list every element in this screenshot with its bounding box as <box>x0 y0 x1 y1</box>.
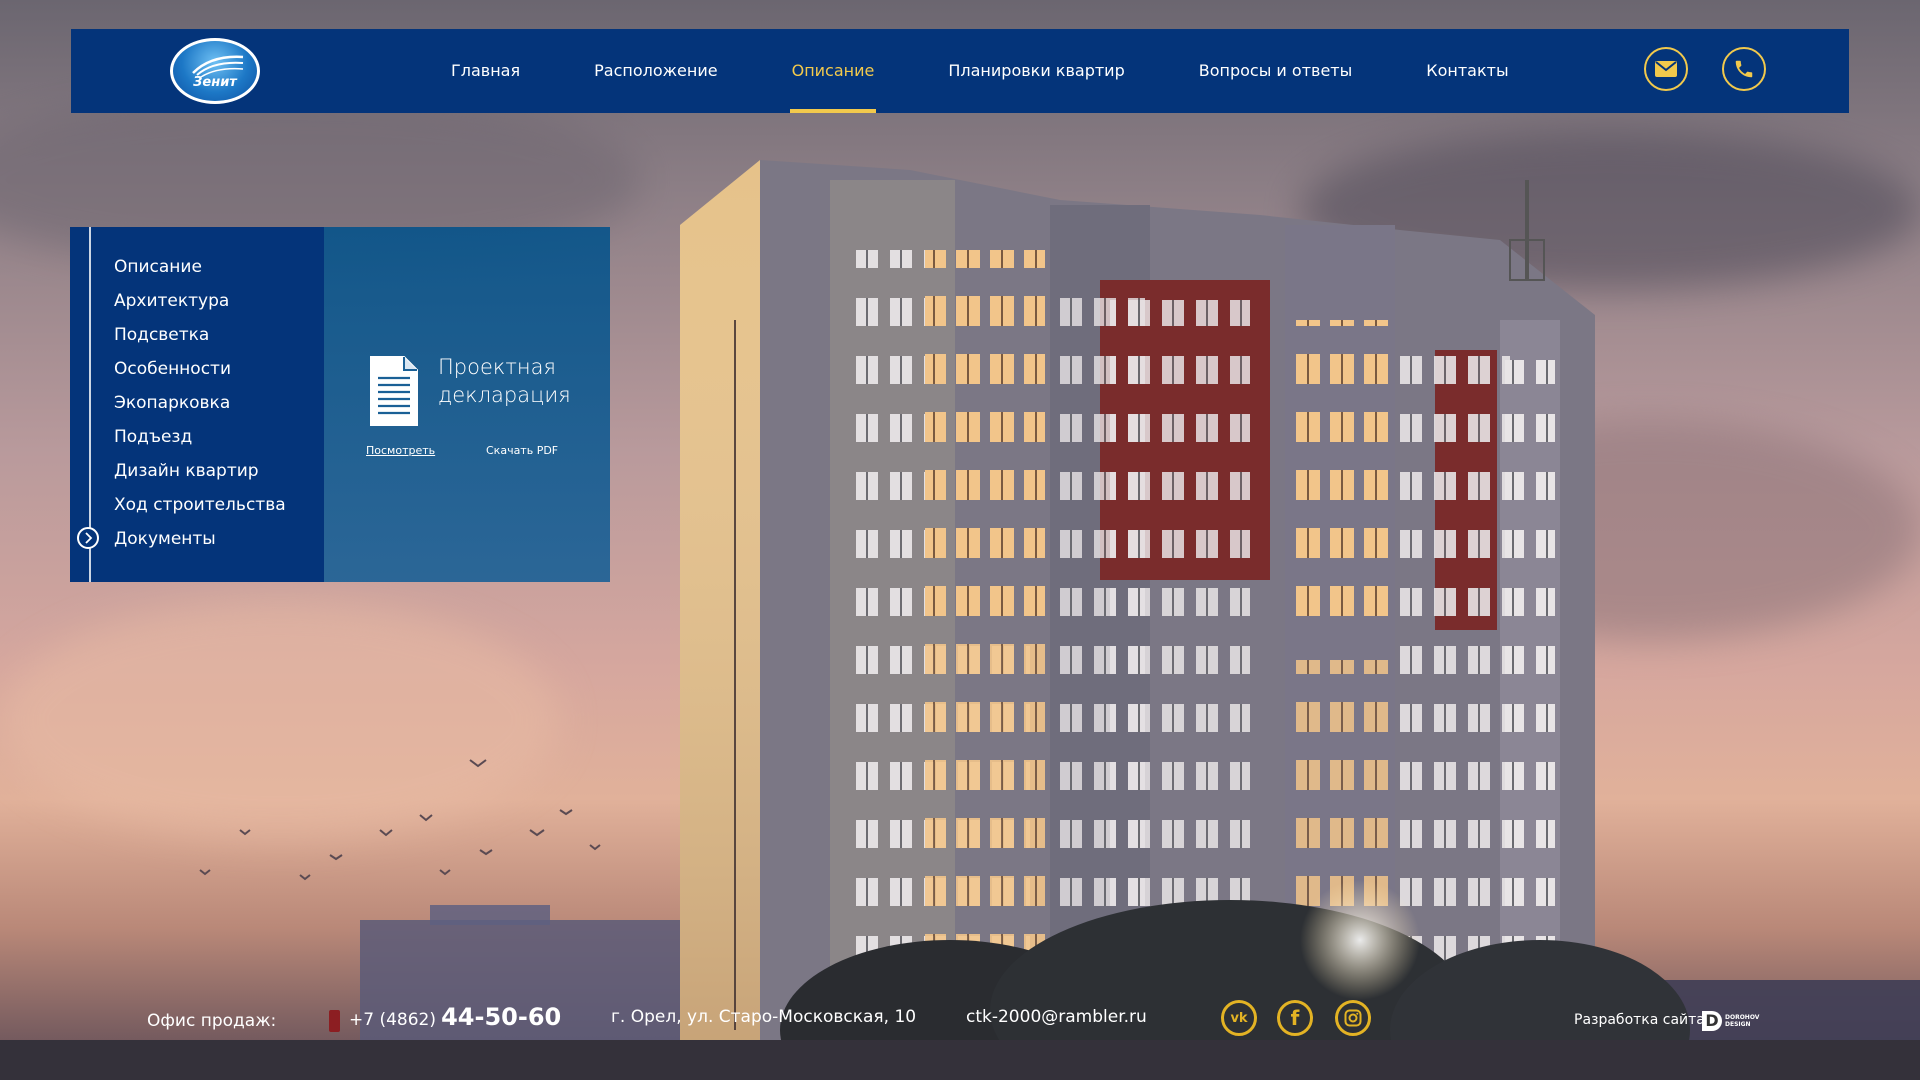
download-pdf-link[interactable]: Скачать PDF <box>486 444 558 457</box>
developer-logo-text: DOROHOV DESIGN <box>1725 1014 1759 1028</box>
phone-button[interactable] <box>1722 47 1766 91</box>
developer-logo[interactable]: D DOROHOV DESIGN <box>1702 1011 1759 1031</box>
document-title-line2: декларация <box>438 383 571 407</box>
office-address: г. Орел, ул. Старо-Московская, 10 <box>611 1007 917 1027</box>
menu-item-lighting[interactable]: Подсветка <box>114 324 286 358</box>
logo-text: Зенит <box>193 75 237 90</box>
phone-icon <box>1735 60 1753 78</box>
vk-icon[interactable]: vk <box>1221 1000 1257 1036</box>
menu-item-architecture[interactable]: Архитектура <box>114 290 286 324</box>
phone-number: 44-50-60 <box>441 1003 562 1031</box>
menu-item-apartment-design[interactable]: Дизайн квартир <box>114 460 286 494</box>
developer-credit: Разработка сайта - <box>1574 1012 1715 1028</box>
description-panel: Описание Архитектура Подсветка Особеннос… <box>70 227 610 582</box>
phone-prefix: +7 (4862) <box>349 1010 436 1030</box>
menu-item-entrance[interactable]: Подъезд <box>114 426 286 460</box>
mail-button[interactable] <box>1644 47 1688 91</box>
sales-office-label: Офис продаж: <box>147 1011 277 1031</box>
developer-logo-mark: D <box>1702 1011 1722 1031</box>
menu-item-features[interactable]: Особенности <box>114 358 286 392</box>
site-logo[interactable]: Зенит <box>170 38 260 104</box>
nav-item-location[interactable]: Расположение <box>594 29 717 113</box>
menu-item-description[interactable]: Описание <box>114 256 286 290</box>
document-card: Проектная декларация Посмотреть Скачать … <box>324 227 610 582</box>
developer-logo-line2: DESIGN <box>1725 1021 1751 1028</box>
view-document-link[interactable]: Посмотреть <box>366 444 435 457</box>
site-header: Зенит Главная Расположение Описание План… <box>71 29 1849 113</box>
developer-logo-line1: DOROHOV <box>1725 1014 1760 1021</box>
contact-email[interactable]: ctk-2000@rambler.ru <box>966 1007 1147 1027</box>
sales-phone[interactable]: +7 (4862) 44-50-60 <box>349 1003 561 1031</box>
document-title-line1: Проектная <box>438 355 556 379</box>
chevron-right-icon <box>77 527 99 549</box>
document-title: Проектная декларация <box>438 353 571 409</box>
nav-item-description[interactable]: Описание <box>789 29 877 113</box>
instagram-icon[interactable] <box>1335 1000 1371 1036</box>
nav-item-floor-plans[interactable]: Планировки квартир <box>948 29 1124 113</box>
menu-item-construction-progress[interactable]: Ход строительства <box>114 494 286 528</box>
menu-item-eco-parking[interactable]: Экопарковка <box>114 392 286 426</box>
nav-item-home[interactable]: Главная <box>451 29 520 113</box>
mail-icon <box>1655 61 1677 77</box>
menu-item-documents[interactable]: Документы <box>114 528 286 562</box>
phone-marker-icon <box>329 1010 340 1032</box>
nav-item-contacts[interactable]: Контакты <box>1426 29 1508 113</box>
document-icon <box>370 356 418 426</box>
logo-waves-icon <box>192 55 244 77</box>
nav-item-faq[interactable]: Вопросы и ответы <box>1199 29 1353 113</box>
main-nav: Главная Расположение Описание Планировки… <box>451 29 1583 113</box>
section-menu-list: Описание Архитектура Подсветка Особеннос… <box>114 256 286 562</box>
facebook-icon[interactable]: f <box>1277 1000 1313 1036</box>
section-menu: Описание Архитектура Подсветка Особеннос… <box>70 227 324 582</box>
